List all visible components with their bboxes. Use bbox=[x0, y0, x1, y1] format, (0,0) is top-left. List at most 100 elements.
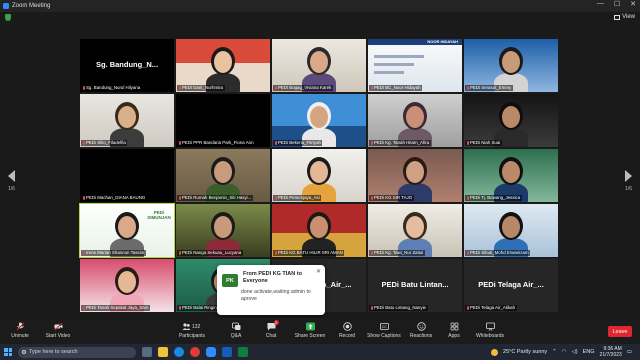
participant-face bbox=[406, 161, 424, 183]
participant-tile[interactable]: PEDi Kg. Tawi_Nur Zaitul bbox=[368, 204, 462, 257]
participant-tile[interactable]: PEDi Serasot_Emmy bbox=[464, 39, 558, 92]
task-view-icon[interactable] bbox=[142, 347, 152, 357]
security-shield-icon[interactable] bbox=[5, 14, 11, 21]
participant-tile[interactable]: PEDi Bogag_Viviana Karek bbox=[272, 39, 366, 92]
participant-tile[interactable]: PEDi Bekenu_Fitriyah bbox=[272, 94, 366, 147]
participant-tile[interactable]: NOOR HIDAYAH PEDi BC_Noor Hidayah bbox=[368, 39, 462, 92]
participant-tile[interactable]: PEDi Telaga Air_... PEDi Telaga Air_Atika… bbox=[464, 259, 558, 312]
participant-tile[interactable]: PEDi KG SIR TAJO bbox=[368, 149, 462, 202]
participant-tile[interactable]: PEDi Rumah Benjamin_Siti Hasyi... bbox=[176, 149, 270, 202]
participant-tile[interactable]: PEDi Sklo_Filadelfia bbox=[80, 94, 174, 147]
excel-icon[interactable] bbox=[238, 347, 248, 357]
participant-display-name: PEDi Telaga Air_... bbox=[478, 280, 544, 289]
share-screen-button[interactable]: Share Screen bbox=[290, 322, 330, 339]
file-explorer-icon[interactable] bbox=[158, 347, 168, 357]
show-captions-button[interactable]: CC Show Captions bbox=[364, 322, 404, 339]
participant-name-label: PEDi Bekenu_Fitriyah bbox=[273, 140, 323, 146]
view-button[interactable]: View bbox=[614, 14, 635, 20]
whiteboards-label: Whiteboards bbox=[475, 333, 505, 339]
participant-name: PEDi Bogag_Viviana Karek bbox=[278, 85, 332, 90]
participant-tile[interactable]: PEDi Pemenjaya_Asi bbox=[272, 149, 366, 202]
weather-text[interactable]: 25°C Partly sunny bbox=[503, 349, 547, 355]
close-notification-icon[interactable]: ✕ bbox=[316, 268, 321, 275]
participant-name: PEDi Telaga Air_Atikah bbox=[470, 305, 516, 310]
chat-label: Chat bbox=[265, 333, 277, 339]
participant-face bbox=[310, 216, 328, 238]
participant-tile[interactable]: PEDi Tj. Bowang_Jessica bbox=[464, 149, 558, 202]
windows-start-icon[interactable] bbox=[4, 348, 12, 356]
whiteboards-button[interactable]: Whiteboards bbox=[470, 322, 510, 339]
system-tray: 25°C Partly sunny ⌃ ◠ ◁) ENG 9:36 AM 21/… bbox=[491, 344, 632, 360]
participant-tile[interactable]: Sg. Bandung_N... Sg. Bandung_Nurul Hilyan… bbox=[80, 39, 174, 92]
muted-mic-icon bbox=[178, 251, 181, 255]
chat-notification[interactable]: PK From PEDI KG TIAN to Everyone done ac… bbox=[217, 265, 325, 315]
start-video-button[interactable]: Start Video bbox=[38, 322, 78, 339]
muted-mic-icon bbox=[178, 196, 181, 200]
zoom-taskbar-icon[interactable] bbox=[206, 347, 216, 357]
participant-name-label: PEDi Machan_DIANA BAUNG bbox=[81, 195, 147, 201]
muted-mic-icon bbox=[82, 196, 85, 200]
participant-name: PEDi Balai Ringin bbox=[182, 305, 217, 310]
muted-mic-icon bbox=[274, 196, 277, 200]
qa-button[interactable]: Q&A bbox=[216, 322, 256, 339]
next-page-arrow-icon[interactable] bbox=[625, 170, 632, 182]
participant-tile[interactable]: PEDi Darit_Nurhmira bbox=[176, 39, 270, 92]
participant-name-label: PEDi Niah Suai bbox=[465, 140, 502, 146]
participant-tile[interactable]: PEDi Batu Lintan... PEDi Batu Lintang_Nan… bbox=[368, 259, 462, 312]
apps-button[interactable]: Apps bbox=[434, 322, 474, 339]
participant-name: PEDi Batu Lintang_Nanyie bbox=[374, 305, 426, 310]
muted-mic-icon bbox=[274, 141, 277, 145]
muted-mic-icon bbox=[82, 86, 85, 90]
chevron-up-icon[interactable]: ⌃ bbox=[552, 349, 557, 355]
taskbar-search-box[interactable]: Type here to search bbox=[18, 346, 136, 358]
prev-page-arrow-icon[interactable] bbox=[8, 170, 15, 182]
muted-mic-icon bbox=[178, 306, 181, 310]
leave-button[interactable]: Leave bbox=[608, 326, 632, 337]
svg-text:CC: CC bbox=[381, 325, 387, 329]
muted-mic-icon bbox=[370, 196, 373, 200]
clock[interactable]: 9:36 AM 21/7/2023 bbox=[600, 346, 622, 358]
participant-tile[interactable]: PEDi PPR Bandaria Park_Fiona Ann bbox=[176, 94, 270, 147]
muted-mic-icon bbox=[466, 196, 469, 200]
participant-name: PEDi Sklo_Filadelfia bbox=[86, 140, 126, 145]
minimize-button[interactable]: — bbox=[597, 0, 604, 8]
participant-tile[interactable]: PEDi Niah Suai bbox=[464, 94, 558, 147]
chat-message: done activate,waiting admin to aprove bbox=[241, 289, 311, 302]
maximize-button[interactable]: ☐ bbox=[614, 0, 620, 8]
participant-name: PEDi Machan_DIANA BAUNG bbox=[86, 195, 146, 200]
participant-name-label: Irene Marian Shannon Tassim bbox=[81, 250, 146, 256]
muted-mic-icon bbox=[178, 141, 181, 145]
participant-face bbox=[310, 106, 328, 128]
volume-icon[interactable]: ◁) bbox=[572, 349, 578, 355]
participant-face bbox=[502, 51, 520, 73]
participant-name: PEDi Sibuti_Mohd Erwanizam bbox=[470, 250, 529, 255]
wifi-icon[interactable]: ◠ bbox=[562, 349, 567, 355]
participant-name-label: PEDi Telaga Air_Atikah bbox=[465, 305, 517, 311]
participant-name: PEDi Pemenjaya_Asi bbox=[278, 195, 320, 200]
chat-button[interactable]: 3 Chat bbox=[251, 320, 291, 339]
notification-icon[interactable]: ▭ bbox=[627, 349, 632, 355]
participant-tile[interactable]: PEDi Machan_DIANA BAUNG bbox=[80, 149, 174, 202]
edge-icon[interactable] bbox=[174, 347, 184, 357]
participant-tile[interactable]: PEDi Kg. Tanah Hitam_Afira bbox=[368, 94, 462, 147]
record-button[interactable]: Record bbox=[327, 322, 367, 339]
participant-tile[interactable]: PEDi KG BATU HILIR SRI AMAN bbox=[272, 204, 366, 257]
unmute-button[interactable]: Unmute bbox=[0, 322, 40, 339]
muted-mic-icon bbox=[178, 86, 181, 90]
participant-name: PEDi Kg. Tawi_Nur Zaitul bbox=[374, 250, 424, 255]
muted-mic-icon bbox=[274, 251, 277, 255]
word-icon[interactable] bbox=[222, 347, 232, 357]
chrome-icon[interactable] bbox=[190, 347, 200, 357]
participant-face bbox=[118, 271, 136, 293]
zoom-logo-icon bbox=[3, 3, 9, 9]
record-icon bbox=[342, 322, 352, 331]
participant-tile[interactable]: PEDi SIMUNJAN Irene Marian Shannon Tassim bbox=[79, 203, 175, 258]
muted-mic-icon bbox=[370, 251, 373, 255]
participant-tile[interactable]: PEDi Tanah Sepakat Jaya_Sam bbox=[80, 259, 174, 312]
close-button[interactable]: ✕ bbox=[630, 0, 636, 8]
participants-button[interactable]: 132 Participants bbox=[172, 322, 212, 339]
participant-display-name: Sg. Bandung_N... bbox=[95, 60, 159, 69]
participant-tile[interactable]: PEDi Nanga Sekuau_Lucyana bbox=[176, 204, 270, 257]
participant-tile[interactable]: PEDi Sibuti_Mohd Erwanizam bbox=[464, 204, 558, 257]
language-indicator[interactable]: ENG bbox=[583, 349, 595, 355]
